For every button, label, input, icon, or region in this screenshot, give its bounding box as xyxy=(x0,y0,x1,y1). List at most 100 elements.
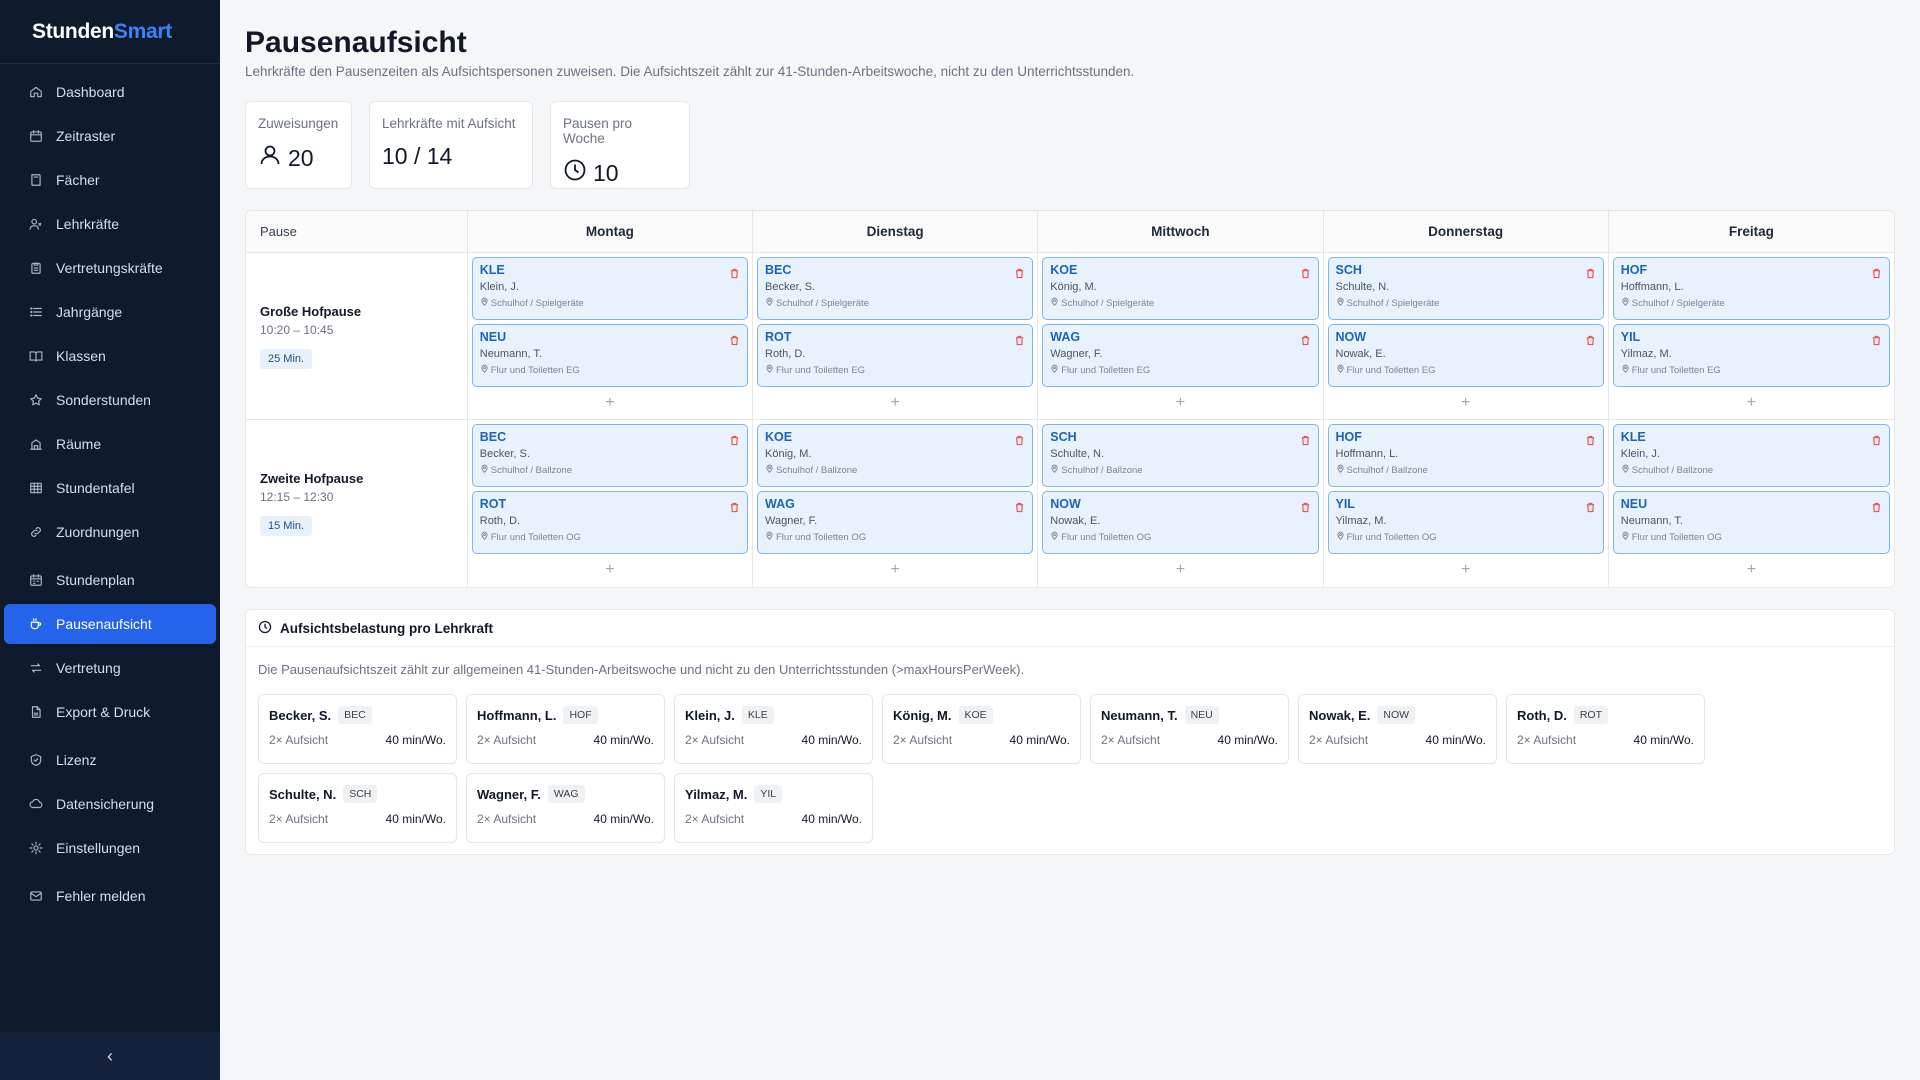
assignment-card[interactable]: YIL Yilmaz, M. Flur und Toiletten EG xyxy=(1612,324,1890,387)
sidebar-item-räume[interactable]: Räume xyxy=(4,424,216,464)
sidebar-item-label: Zeitraster xyxy=(56,128,116,144)
trash-icon[interactable] xyxy=(1871,500,1882,513)
trash-icon[interactable] xyxy=(1300,500,1311,513)
location-label: Schulhof / Ballzone xyxy=(776,464,858,476)
add-assignment-button[interactable]: + xyxy=(1328,558,1604,582)
add-assignment-button[interactable]: + xyxy=(472,391,748,415)
sidebar-item-zeitraster[interactable]: Zeitraster xyxy=(4,116,216,156)
sidebar-item-vertretung[interactable]: Vertretung xyxy=(4,648,216,688)
trash-icon[interactable] xyxy=(1014,500,1025,513)
assignment-card[interactable]: SCH Schulte, N. Schulhof / Spielgeräte xyxy=(1327,257,1604,320)
assignment-card[interactable]: ROT Roth, D. Flur und Toiletten EG xyxy=(757,324,1034,387)
assignment-card[interactable]: WAG Wagner, F. Flur und Toiletten EG xyxy=(1042,324,1319,387)
map-pin-icon xyxy=(1621,464,1630,476)
teacher-name: Nowak, E. xyxy=(1309,707,1371,723)
sidebar-item-stundenplan[interactable]: Stundenplan xyxy=(4,560,216,600)
assignment-card[interactable]: NOW Nowak, E. Flur und Toiletten OG xyxy=(1042,491,1319,554)
collapse-sidebar-button[interactable]: ‹ xyxy=(0,1032,220,1080)
assignment-card[interactable]: NEU Neumann, T. Flur und Toiletten OG xyxy=(1612,491,1890,554)
supervision-count: 2× Aufsicht xyxy=(893,733,953,747)
trash-icon[interactable] xyxy=(1014,333,1025,346)
trash-icon[interactable] xyxy=(1300,433,1311,446)
sidebar-item-dashboard[interactable]: Dashboard xyxy=(4,72,216,112)
sidebar-item-klassen[interactable]: Klassen xyxy=(4,336,216,376)
day-cell: KLE Klein, J. Schulhof / Spielgeräte NEU Neu… xyxy=(468,253,753,419)
location: Schulhof / Spielgeräte xyxy=(765,297,1025,309)
trash-icon[interactable] xyxy=(1014,433,1025,446)
sidebar-item-zuordnungen[interactable]: Zuordnungen xyxy=(4,512,216,552)
location-label: Schulhof / Spielgeräte xyxy=(1346,297,1440,309)
trash-icon[interactable] xyxy=(1871,266,1882,279)
trash-icon[interactable] xyxy=(1871,433,1882,446)
add-assignment-button[interactable]: + xyxy=(472,558,748,582)
location-label: Flur und Toiletten EG xyxy=(1631,364,1721,376)
assignment-card[interactable]: SCH Schulte, N. Schulhof / Ballzone xyxy=(1042,424,1319,487)
sidebar-item-jahrgänge[interactable]: Jahrgänge xyxy=(4,292,216,332)
add-assignment-button[interactable]: + xyxy=(1042,558,1318,582)
break-duration-badge: 15 Min. xyxy=(260,516,313,536)
trash-icon[interactable] xyxy=(1585,500,1596,513)
sidebar-item-vertretungskräfte[interactable]: Vertretungskräfte xyxy=(4,248,216,288)
assignment-card[interactable]: NOW Nowak, E. Flur und Toiletten EG xyxy=(1327,324,1604,387)
trash-icon[interactable] xyxy=(1014,266,1025,279)
trash-icon[interactable] xyxy=(729,266,740,279)
add-assignment-button[interactable]: + xyxy=(1042,391,1318,415)
list-icon xyxy=(28,304,44,320)
sidebar-item-datensicherung[interactable]: Datensicherung xyxy=(4,784,216,824)
map-pin-icon xyxy=(1336,464,1345,476)
sidebar-item-export-druck[interactable]: Export & Druck xyxy=(4,692,216,732)
map-pin-icon xyxy=(480,531,489,543)
break-info: Zweite Hofpause 12:15 – 12:30 15 Min. xyxy=(246,420,468,587)
open-book-icon xyxy=(28,348,44,364)
sidebar-item-lehrkräfte[interactable]: Lehrkräfte xyxy=(4,204,216,244)
assignment-card[interactable]: KOE König, M. Schulhof / Spielgeräte xyxy=(1042,257,1319,320)
sidebar-item-sonderstunden[interactable]: Sonderstunden xyxy=(4,380,216,420)
assignment-card[interactable]: YIL Yilmaz, M. Flur und Toiletten OG xyxy=(1327,491,1604,554)
sidebar-item-pausenaufsicht[interactable]: Pausenaufsicht xyxy=(4,604,216,644)
sidebar-item-lizenz[interactable]: Lizenz xyxy=(4,740,216,780)
assignment-card[interactable]: KLE Klein, J. Schulhof / Ballzone xyxy=(1612,424,1890,487)
location: Schulhof / Ballzone xyxy=(1050,464,1310,476)
stats-row: Zuweisungen 20 Lehrkräfte mit Aufsicht 1… xyxy=(245,101,690,189)
trash-icon[interactable] xyxy=(729,500,740,513)
add-assignment-button[interactable]: + xyxy=(757,391,1033,415)
assignment-card[interactable]: KLE Klein, J. Schulhof / Spielgeräte xyxy=(471,257,748,320)
teacher-abbr-badge: NOW xyxy=(1377,706,1416,724)
sidebar-item-einstellungen[interactable]: Einstellungen xyxy=(4,828,216,868)
add-assignment-button[interactable]: + xyxy=(1613,558,1890,582)
assignment-card[interactable]: WAG Wagner, F. Flur und Toiletten OG xyxy=(757,491,1034,554)
teacher-name: Roth, D. xyxy=(1517,707,1567,723)
assignment-card[interactable]: BEC Becker, S. Schulhof / Ballzone xyxy=(471,424,748,487)
sidebar-item-fächer[interactable]: Fächer xyxy=(4,160,216,200)
trash-icon[interactable] xyxy=(1300,333,1311,346)
map-pin-icon xyxy=(480,364,489,376)
supervision-minutes: 40 min/Wo. xyxy=(593,733,654,747)
assignment-card[interactable]: BEC Becker, S. Schulhof / Spielgeräte xyxy=(757,257,1034,320)
trash-icon[interactable] xyxy=(1585,333,1596,346)
teacher-name: Hoffmann, L. xyxy=(1335,448,1399,460)
add-assignment-button[interactable]: + xyxy=(1328,391,1604,415)
trash-icon[interactable] xyxy=(1300,266,1311,279)
trash-icon[interactable] xyxy=(1871,333,1882,346)
app-logo[interactable]: Stunden Smart xyxy=(0,0,220,64)
assignment-card[interactable]: HOF Hoffmann, L. Schulhof / Spielgeräte xyxy=(1612,257,1890,320)
teacher-load-card: Nowak, E. NOW 2× Aufsicht 40 min/Wo. xyxy=(1298,694,1497,764)
trash-icon[interactable] xyxy=(1585,266,1596,279)
teacher-abbr-badge: YIL xyxy=(754,785,783,803)
trash-icon[interactable] xyxy=(729,333,740,346)
teacher-code: YIL xyxy=(1335,497,1355,511)
teacher-code: KOE xyxy=(1050,263,1078,277)
trash-icon[interactable] xyxy=(729,433,740,446)
add-assignment-button[interactable]: + xyxy=(1613,391,1890,415)
assignment-card[interactable]: NEU Neumann, T. Flur und Toiletten EG xyxy=(471,324,748,387)
trash-icon[interactable] xyxy=(1585,433,1596,446)
stat-card-assignments: Zuweisungen 20 xyxy=(245,101,352,189)
sidebar-item-stundentafel[interactable]: Stundentafel xyxy=(4,468,216,508)
teacher-code: SCH xyxy=(1335,263,1362,277)
add-assignment-button[interactable]: + xyxy=(757,558,1033,582)
assignment-card[interactable]: KOE König, M. Schulhof / Ballzone xyxy=(757,424,1034,487)
sidebar-item-fehler-melden[interactable]: Fehler melden xyxy=(4,876,216,916)
supervision-count: 2× Aufsicht xyxy=(477,733,537,747)
assignment-card[interactable]: HOF Hoffmann, L. Schulhof / Ballzone xyxy=(1327,424,1604,487)
assignment-card[interactable]: ROT Roth, D. Flur und Toiletten OG xyxy=(471,491,748,554)
